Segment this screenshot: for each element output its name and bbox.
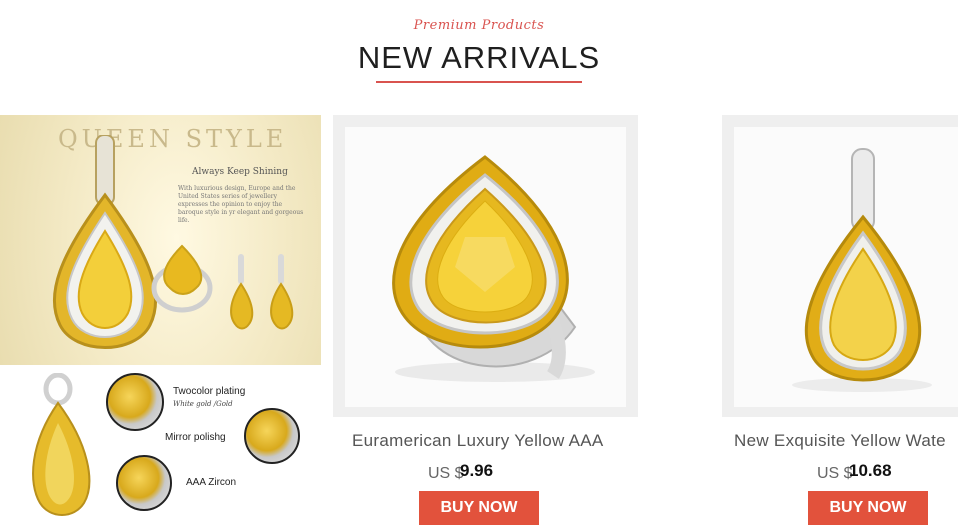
product-card[interactable]: Euramerican Luxury Yellow AAA US $ 9.96 … (333, 115, 638, 525)
detail-circle-zircon (116, 455, 172, 511)
section-header: Premium Products NEW ARRIVALS (0, 0, 958, 110)
price-value: 9.96 (460, 461, 494, 480)
product-card[interactable]: New Exquisite Yellow Wate US $ 10.68 BUY… (722, 115, 958, 525)
ring-product-image (392, 155, 595, 382)
promo-tagline: Always Keep Shining (192, 167, 288, 177)
product-image[interactable] (345, 127, 626, 407)
detail-circle-plating (106, 373, 164, 431)
buy-now-button[interactable]: BUY NOW (419, 491, 539, 525)
price-currency: US $ (817, 465, 853, 482)
product-name[interactable]: New Exquisite Yellow Wate (734, 431, 946, 451)
product-name[interactable]: Euramerican Luxury Yellow AAA (352, 431, 604, 451)
product-image[interactable] (734, 127, 958, 407)
feature-label: Mirror polishg (165, 432, 226, 443)
feature-label: AAA Zircon (186, 477, 237, 488)
ring-image (151, 244, 213, 313)
feature-label: Twocolor plating (173, 386, 246, 397)
detail-circle-polish (244, 408, 300, 464)
price-value: 10.68 (849, 461, 892, 480)
section-title: NEW ARRIVALS (357, 40, 601, 75)
feature-sublabel: White gold /Gold (173, 400, 233, 408)
pendant-product-image (792, 148, 932, 392)
pendant-side-image (32, 373, 91, 516)
promo-banner[interactable]: QUEEN STYLE Always Keep Shining With lux… (0, 115, 321, 525)
promo-description: With luxurious design, Europe and the Un… (178, 185, 304, 224)
price-currency: US $ (428, 465, 464, 482)
earrings-image (230, 254, 294, 330)
buy-now-button[interactable]: BUY NOW (808, 491, 928, 525)
title-underline (376, 81, 582, 83)
section-subtitle: Premium Products (413, 18, 545, 33)
